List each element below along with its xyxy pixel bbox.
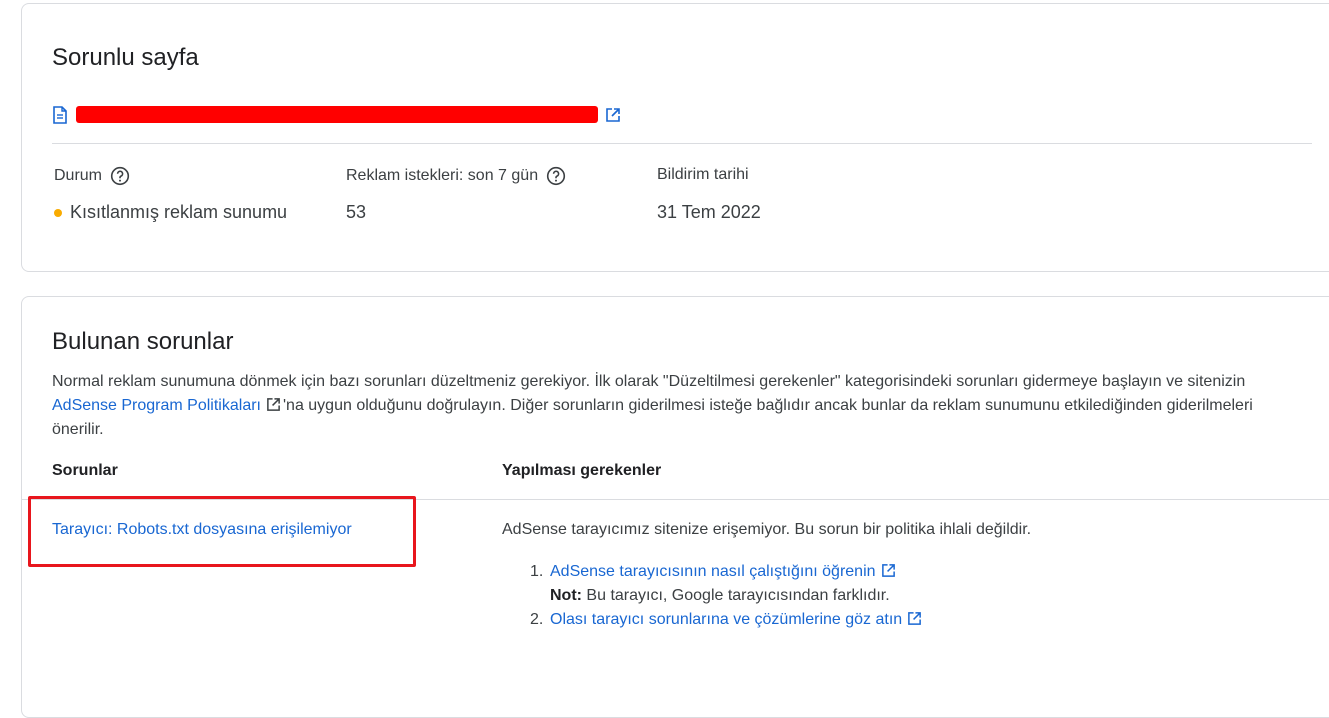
page-card-title: Sorunlu sayfa — [52, 44, 199, 71]
open-in-new-icon[interactable] — [266, 397, 281, 412]
notice-date-label: Bildirim tarihi — [657, 166, 749, 183]
open-in-new-icon[interactable] — [605, 107, 621, 123]
crawler-info-link[interactable]: AdSense tarayıcısının nasıl çalıştığını … — [550, 563, 876, 580]
issue-link-robots-txt[interactable]: Tarayıcı: Robots.txt dosyasına erişilemi… — [52, 521, 352, 539]
column-header-actions: Yapılması gerekenler — [502, 462, 662, 479]
ad-requests-value: 53 — [346, 202, 367, 222]
list-item: 1. AdSense tarayıcısının nasıl çalıştığı… — [530, 560, 924, 584]
status-dot-icon — [54, 208, 62, 217]
open-in-new-icon[interactable] — [881, 563, 896, 578]
issues-card: Bulunan sorunlar Normal reklam sunumuna … — [21, 296, 1329, 718]
redacted-page-url[interactable] — [76, 106, 598, 123]
action-steps: 1. AdSense tarayıcısının nasıl çalıştığı… — [530, 560, 924, 632]
status-label: Durum — [54, 166, 130, 186]
list-item: 2. Olası tarayıcı sorunlarına ve çözümle… — [530, 608, 924, 632]
notice-date-value: 31 Tem 2022 — [657, 202, 761, 222]
ad-requests-label: Reklam istekleri: son 7 gün — [346, 166, 566, 186]
open-in-new-icon[interactable] — [907, 611, 922, 626]
problem-page-card: Sorunlu sayfa Durum Kısıtlanmış reklam s… — [21, 3, 1329, 272]
policy-link[interactable]: AdSense Program Politikaları — [52, 397, 261, 414]
crawler-note: Not: Bu tarayıcı, Google tarayıcısından … — [550, 587, 890, 604]
column-header-issues: Sorunlar — [52, 462, 118, 479]
issues-description: Normal reklam sunumuna dönmek için bazı … — [52, 373, 1253, 438]
page-url-row — [52, 102, 632, 126]
issue-action-text: AdSense tarayıcımız sitenize erişemiyor.… — [502, 521, 1032, 538]
help-icon[interactable] — [546, 166, 566, 186]
help-icon[interactable] — [110, 166, 130, 186]
status-value: Kısıtlanmış reklam sunumu — [54, 202, 287, 223]
issues-card-title: Bulunan sorunlar — [52, 328, 234, 355]
document-icon — [53, 106, 67, 124]
crawler-issues-link[interactable]: Olası tarayıcı sorunlarına ve çözümlerin… — [550, 611, 902, 628]
divider — [52, 143, 1312, 144]
